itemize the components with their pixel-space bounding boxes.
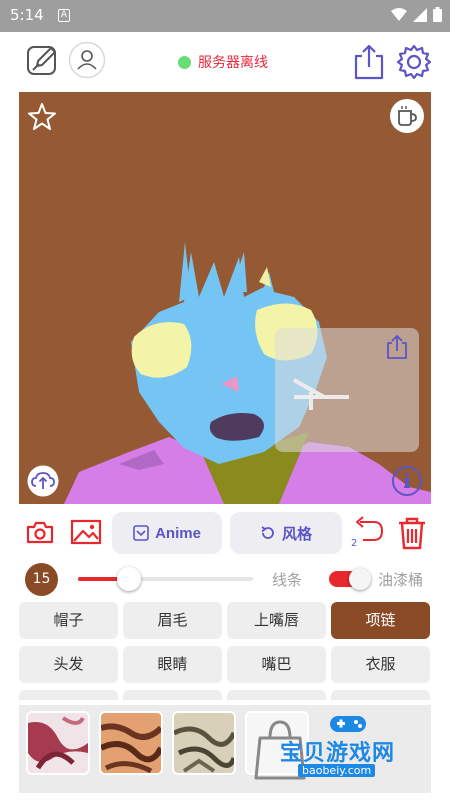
user-icon [68, 41, 106, 79]
star-icon [28, 103, 56, 130]
image-icon [70, 519, 102, 545]
tool-row: Anime 风格 2 [0, 508, 450, 558]
edit-mode-button[interactable] [25, 42, 61, 82]
part-hat[interactable]: 帽子 [19, 602, 118, 639]
part-row3-3[interactable] [227, 690, 326, 700]
anime-icon [133, 525, 149, 541]
coffee-icon [390, 99, 424, 133]
style-button[interactable]: 风格 [230, 512, 342, 554]
trash-icon [399, 517, 425, 550]
watermark: 宝贝游戏网 baobeiy.com [250, 710, 420, 786]
status-dot [178, 55, 191, 69]
style-preview-image [174, 713, 234, 773]
slider-thumb[interactable] [117, 567, 141, 591]
part-necklace[interactable]: 项链 [331, 602, 430, 639]
undo-button[interactable]: 2 [351, 516, 385, 552]
style-label: 风格 [281, 525, 312, 543]
style-preview-image [28, 713, 88, 773]
share-icon [354, 44, 384, 80]
signal-icon [413, 7, 427, 22]
edit-icon [27, 46, 56, 75]
status-bar: 5:14 A [0, 0, 450, 32]
part-mouth[interactable]: 嘴巴 [227, 646, 326, 683]
brush-size-slider[interactable] [78, 567, 253, 591]
overlay-share-button[interactable] [385, 334, 409, 364]
info-icon [392, 466, 422, 496]
bucket-label[interactable]: 油漆桶 [378, 569, 423, 590]
part-row3-2[interactable] [123, 690, 222, 700]
top-bar: 服务器离线 [0, 32, 450, 92]
part-row3-4[interactable] [331, 690, 430, 700]
brush-row: 15 线条 油漆桶 [0, 561, 450, 597]
server-status-text: 服务器离线 [198, 55, 268, 71]
part-eyebrows[interactable]: 眉毛 [123, 602, 222, 639]
part-upper-lip[interactable]: 上嘴唇 [227, 602, 326, 639]
status-time: 5:14 [10, 6, 44, 24]
brush-size-badge[interactable]: 15 [25, 563, 58, 596]
anime-button[interactable]: Anime [112, 512, 222, 554]
parts-grid: 帽子 眉毛 上嘴唇 项链 头发 眼睛 嘴巴 衣服 [0, 600, 450, 700]
style-thumbnail[interactable] [172, 711, 236, 775]
style-thumbnail[interactable] [26, 711, 90, 775]
lines-label[interactable]: 线条 [272, 569, 302, 590]
undo-count: 2 [351, 538, 358, 549]
cloud-upload-icon [27, 465, 59, 497]
anime-label: Anime [155, 524, 201, 542]
upload-button[interactable] [27, 465, 59, 501]
gamepad-icon [330, 716, 366, 732]
status-icons [391, 7, 442, 22]
camera-button[interactable] [26, 520, 54, 548]
info-button[interactable] [391, 465, 423, 501]
profile-button[interactable] [68, 41, 106, 83]
toggle-thumb [349, 568, 371, 590]
coffee-button[interactable] [389, 98, 425, 138]
part-clothes[interactable]: 衣服 [331, 646, 430, 683]
wifi-icon [391, 7, 407, 21]
delete-button[interactable] [396, 516, 428, 554]
part-eyes[interactable]: 眼睛 [123, 646, 222, 683]
drawing-canvas[interactable] [19, 92, 431, 504]
watermark-text: 宝贝游戏网 [280, 741, 396, 766]
style-thumbnail[interactable] [99, 711, 163, 775]
battery-icon [433, 7, 442, 22]
gallery-button[interactable] [70, 519, 102, 549]
bucket-toggle[interactable] [329, 568, 371, 590]
preview-overlay[interactable] [275, 328, 419, 452]
settings-button[interactable] [396, 44, 432, 84]
camera-icon [26, 521, 54, 544]
share-button[interactable] [353, 44, 385, 84]
watermark-url: baobeiy.com [298, 764, 376, 777]
part-row3-1[interactable] [19, 690, 118, 700]
favorite-button[interactable] [27, 102, 57, 136]
style-preview-image [101, 713, 161, 773]
server-status: 服务器离线 [178, 52, 268, 72]
part-hair[interactable]: 头发 [19, 646, 118, 683]
notification-icon: A [58, 9, 70, 22]
share-icon [387, 334, 407, 359]
gear-icon [396, 44, 432, 80]
refresh-icon [261, 526, 274, 539]
